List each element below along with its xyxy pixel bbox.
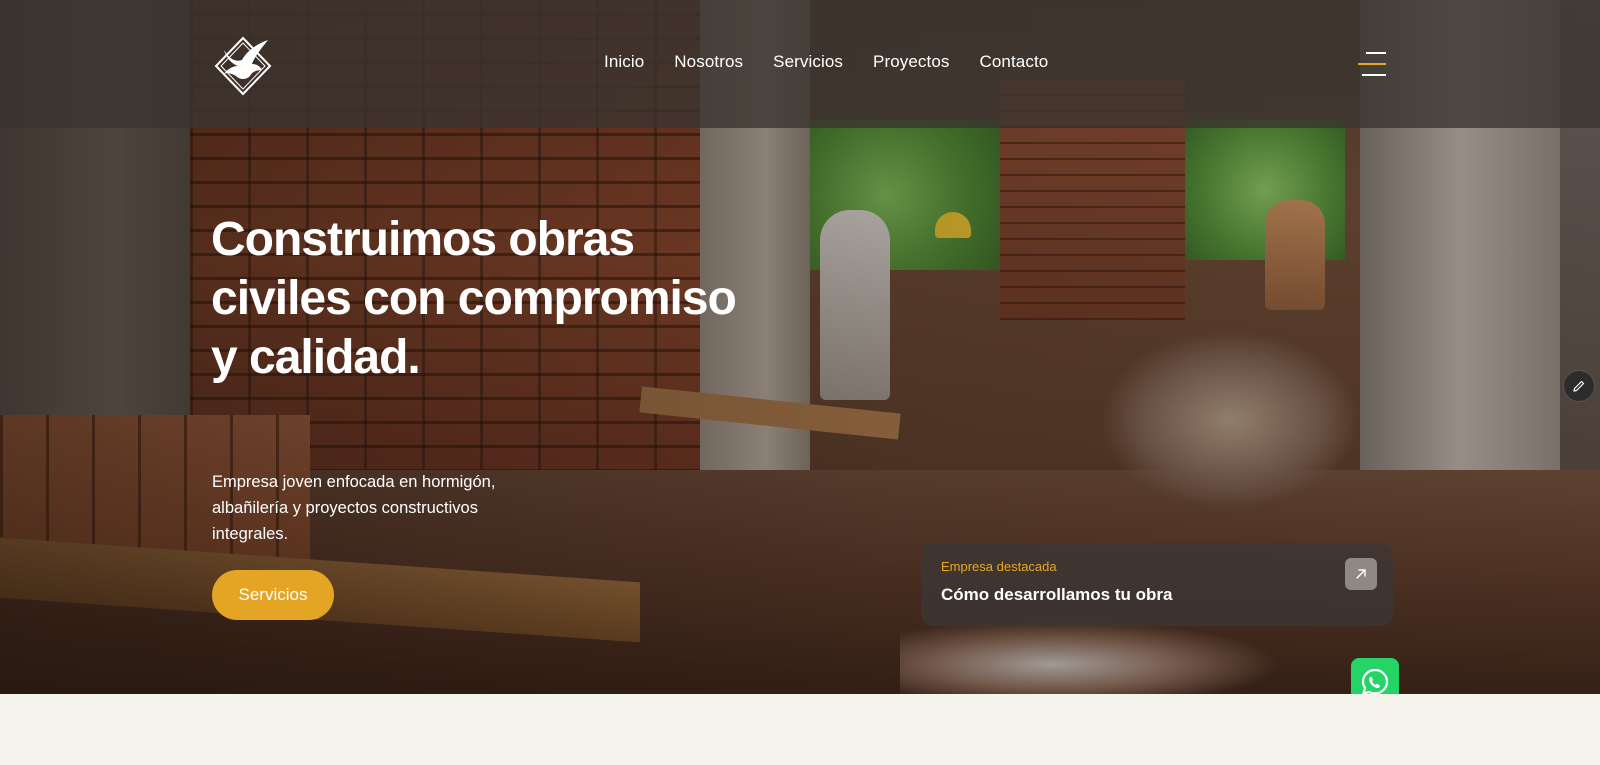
nav-item-inicio[interactable]: Inicio [604, 52, 644, 72]
nav-item-nosotros[interactable]: Nosotros [674, 52, 743, 72]
next-section [0, 694, 1600, 765]
site-header: Inicio Nosotros Servicios Proyectos Cont… [0, 0, 1600, 128]
main-nav: Inicio Nosotros Servicios Proyectos Cont… [604, 52, 1078, 72]
hero-subtitle: Empresa joven enfocada en hormigón, alba… [212, 473, 496, 543]
services-cta-button[interactable]: Servicios [212, 570, 334, 620]
featured-card-title: Cómo desarrollamos tu obra [941, 585, 1173, 604]
menu-line [1366, 52, 1386, 54]
nav-item-proyectos[interactable]: Proyectos [873, 52, 950, 72]
arrow-up-right-icon[interactable] [1345, 558, 1377, 590]
menu-line [1362, 74, 1386, 76]
hamburger-menu-icon[interactable] [1358, 50, 1388, 78]
featured-card[interactable]: Empresa destacada Cómo desarrollamos tu … [921, 543, 1393, 626]
nav-item-servicios[interactable]: Servicios [773, 52, 843, 72]
menu-line [1358, 63, 1386, 65]
pencil-icon[interactable] [1563, 370, 1595, 402]
nav-item-contacto[interactable]: Contacto [980, 52, 1049, 72]
hero-title: Construimos obras civiles con compromiso… [211, 213, 737, 384]
featured-card-tag: Empresa destacada [941, 559, 1057, 574]
eagle-diamond-logo[interactable] [212, 30, 274, 98]
